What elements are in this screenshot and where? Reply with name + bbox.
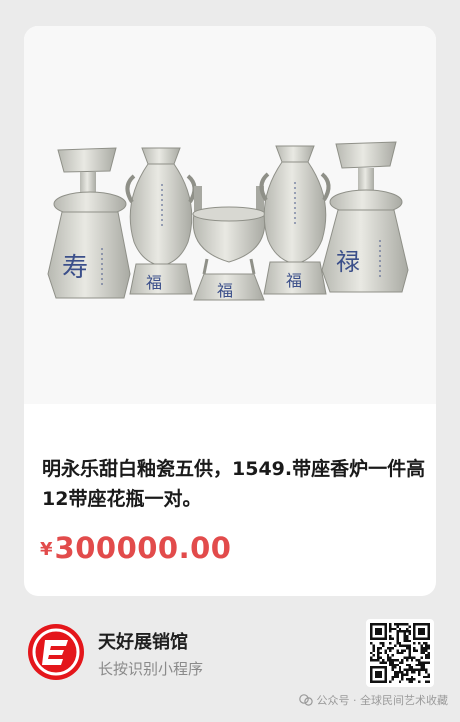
product-photo[interactable]: 寿 福 福 福 禄: [24, 26, 436, 404]
jar-label-lu: 禄: [336, 248, 360, 276]
jar-label-shou: 寿: [62, 253, 88, 283]
shop-name[interactable]: 天好展销馆: [98, 628, 188, 654]
qr-code-icon[interactable]: [366, 619, 434, 687]
currency-symbol: ¥: [40, 539, 53, 560]
shop-footer: 天好展销馆 长按识别小程序 公众号 · 全球民间艺术收藏: [0, 600, 460, 722]
price-value: 300000.00: [54, 531, 232, 565]
jar-label-fu-right: 福: [286, 271, 302, 290]
jar-label-fu-left: 福: [146, 273, 162, 292]
wechat-channel-icon: [298, 694, 313, 706]
product-price: ¥300000.00: [40, 531, 231, 565]
product-title: 明永乐甜白釉瓷五供，1549.带座香炉一件高12带座花瓶一对。: [42, 458, 426, 510]
watermark-text: 公众号 · 全球民间艺术收藏: [316, 694, 449, 707]
porcelain-set-illustration: 寿 福 福 福 禄: [24, 26, 436, 404]
watermark: 公众号 · 全球民间艺术收藏: [298, 692, 449, 708]
miniprogram-share-page: 寿 福 福 福 禄 明永乐甜白釉瓷五供，1549.带座香炉一件高12带座花瓶一对…: [0, 0, 460, 722]
scan-hint: 长按识别小程序: [98, 660, 204, 678]
shop-logo-icon[interactable]: [26, 622, 86, 682]
jar-label-fu-center: 福: [217, 281, 233, 300]
product-card[interactable]: 寿 福 福 福 禄 明永乐甜白釉瓷五供，1549.带座香炉一件高12带座花瓶一对…: [24, 26, 436, 596]
